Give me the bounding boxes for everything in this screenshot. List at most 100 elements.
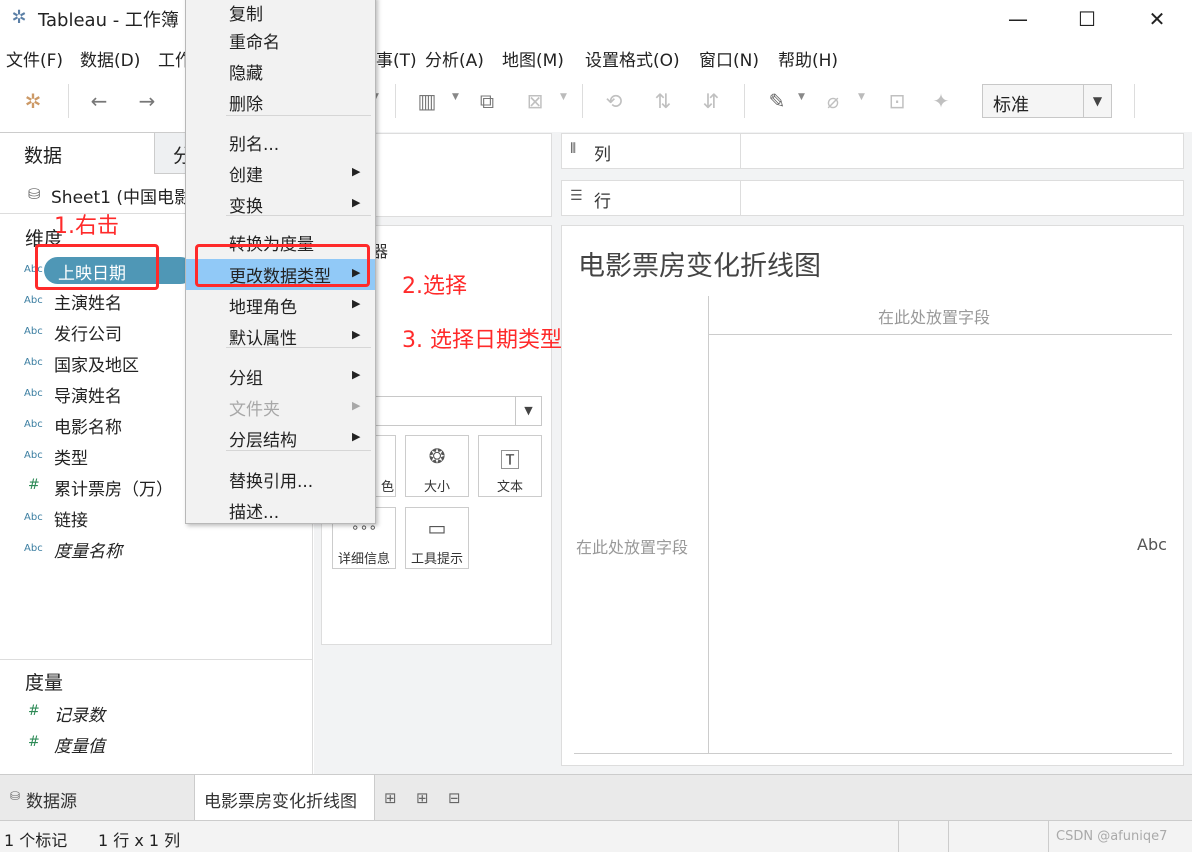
clear-caret-icon[interactable]: ▼ <box>560 92 567 102</box>
context-menu-item[interactable]: 地理角色 ▶ <box>186 290 375 321</box>
new-worksheet-icon[interactable]: ⊞ <box>384 789 397 807</box>
chevron-down-icon[interactable]: ▼ <box>1083 85 1111 117</box>
string-type-icon: Abc <box>24 543 43 554</box>
minimize-button[interactable]: — <box>983 0 1053 38</box>
menu-data[interactable]: 数据(D) <box>80 46 140 71</box>
tab-data[interactable]: 数据 <box>0 132 154 174</box>
menu-analysis[interactable]: 分析(A) <box>425 46 484 71</box>
menu-file[interactable]: 文件(F) <box>6 46 63 71</box>
context-menu-item-label: 分层结构 <box>229 431 297 451</box>
tab-current-sheet[interactable]: 电影票房变化折线图 <box>194 775 375 821</box>
rows-shelf[interactable]: ☰ 行 <box>561 180 1184 216</box>
context-menu-item[interactable]: 删除 <box>186 87 375 118</box>
watermark: CSDN @afuniqe7 <box>1056 829 1168 844</box>
annotation-step3: 3. 选择日期类型 <box>402 328 562 353</box>
duplicate-sheet-icon[interactable]: ⧉ <box>474 88 500 114</box>
highlight-caret-icon[interactable]: ▼ <box>798 92 805 102</box>
title-bar: ✲ Tableau - 工作簿 — ☐ ✕ <box>0 0 1192 38</box>
fit-select[interactable]: 标准 ▼ <box>982 84 1112 118</box>
submenu-arrow-icon: ▶ <box>352 196 361 209</box>
tableau-home-icon[interactable]: ✲ <box>20 88 46 114</box>
new-worksheet-icon[interactable]: ▥ <box>414 88 440 114</box>
clear-sheet-icon[interactable]: ⊠ <box>522 88 548 114</box>
drop-field-rows[interactable]: 在此处放置字段 <box>576 534 688 558</box>
highlight-icon[interactable]: ✎ <box>764 88 790 114</box>
view-divider-vertical <box>708 296 709 754</box>
submenu-arrow-icon: ▶ <box>352 165 361 178</box>
context-menu-item-label: 分组 <box>229 369 263 389</box>
datasource-icon: ⛁ <box>10 789 21 803</box>
context-menu-item[interactable]: 变换 ▶ <box>186 189 375 220</box>
columns-label: 列 <box>594 145 611 165</box>
tab-datasource-label: 数据源 <box>26 792 77 812</box>
submenu-arrow-icon: ▶ <box>352 399 361 412</box>
context-menu-item-label: 复制 <box>229 5 263 25</box>
dimension-field-label: 度量名称 <box>54 542 122 562</box>
context-menu-item[interactable]: 描述... <box>186 495 375 526</box>
dimension-field-label: 累计票房（万） <box>54 480 173 500</box>
text-icon: 🅃 <box>500 448 520 472</box>
menu-help[interactable]: 帮助(H) <box>778 46 838 71</box>
context-menu-item[interactable]: 别名... <box>186 127 375 158</box>
toolbar-separator <box>582 84 583 118</box>
datasource-name: Sheet1 (中国电影 <box>51 188 192 208</box>
status-separator <box>948 821 949 852</box>
dimension-field[interactable]: Abc 度量名称 <box>0 535 313 565</box>
number-type-icon: # <box>28 703 40 719</box>
detail-mark-label: 详细信息 <box>337 552 390 567</box>
group-caret-icon[interactable]: ▼ <box>858 92 865 102</box>
context-menu-item[interactable]: 分层结构 ▶ <box>186 423 375 454</box>
toolbar-separator <box>744 84 745 118</box>
string-type-icon: Abc <box>24 295 43 306</box>
size-mark-button[interactable]: ❂ 大小 <box>405 435 469 497</box>
menu-map[interactable]: 地图(M) <box>502 46 564 71</box>
tooltip-mark-label: 工具提示 <box>410 552 463 567</box>
tooltip-icon: ▭ <box>427 516 447 540</box>
context-menu-item[interactable]: 分组 ▶ <box>186 361 375 392</box>
fit-select-value: 标准 <box>993 95 1029 116</box>
drop-field-columns[interactable]: 在此处放置字段 <box>878 304 990 328</box>
redo-icon[interactable]: → <box>134 88 160 114</box>
number-type-icon: # <box>28 477 40 493</box>
status-bar: 1 个标记 1 行 x 1 列 CSDN @afuniqe7 <box>0 820 1192 852</box>
measure-field[interactable]: # 度量值 <box>0 730 313 760</box>
context-menu-item[interactable]: 复制 <box>186 0 375 28</box>
label-icon[interactable]: ⊡ <box>884 88 910 114</box>
context-menu-item-label: 替换引用... <box>229 472 314 492</box>
menu-window[interactable]: 窗口(N) <box>699 46 759 71</box>
sort-descending-icon[interactable]: ⇵ <box>698 88 724 114</box>
context-menu-item[interactable]: 默认属性 ▶ <box>186 321 375 352</box>
swap-icon[interactable]: ⟲ <box>601 88 627 114</box>
close-button[interactable]: ✕ <box>1122 0 1192 38</box>
text-mark-button[interactable]: 🅃 文本 <box>478 435 542 497</box>
context-menu-item[interactable]: 重命名 <box>186 25 375 56</box>
pane-divider <box>0 659 313 660</box>
maximize-button[interactable]: ☐ <box>1052 0 1122 38</box>
sheet-tab-strip: ⛁ 数据源 电影票房变化折线图 ⊞ ⊞ ⊟ <box>0 774 1192 821</box>
new-worksheet-caret-icon[interactable]: ▼ <box>452 92 459 102</box>
chevron-down-icon[interactable]: ▼ <box>515 397 541 425</box>
columns-shelf[interactable]: ⦀ 列 <box>561 133 1184 169</box>
tab-datasource[interactable]: ⛁ 数据源 <box>0 775 192 821</box>
new-dashboard-icon[interactable]: ⊞ <box>416 789 429 807</box>
view-canvas[interactable]: 电影票房变化折线图 在此处放置字段 在此处放置字段 Abc <box>561 225 1184 766</box>
tooltip-mark-button[interactable]: ▭ 工具提示 <box>405 507 469 569</box>
view-divider-horizontal <box>708 334 1172 335</box>
context-menu-item[interactable]: 替换引用... <box>186 464 375 495</box>
undo-icon[interactable]: ← <box>86 88 112 114</box>
pin-icon[interactable]: ✦ <box>928 88 954 114</box>
toolbar-separator <box>395 84 396 118</box>
context-menu-item[interactable]: 创建 ▶ <box>186 158 375 189</box>
context-menu-item-label: 别名... <box>229 135 280 155</box>
shelf-separator <box>740 134 741 168</box>
context-menu-item[interactable]: 隐藏 <box>186 56 375 87</box>
measure-field[interactable]: # 记录数 <box>0 699 313 729</box>
sort-ascending-icon[interactable]: ⇅ <box>650 88 676 114</box>
new-story-icon[interactable]: ⊟ <box>448 789 461 807</box>
menu-format[interactable]: 设置格式(O) <box>585 46 680 71</box>
group-icon[interactable]: ⌀ <box>820 88 846 114</box>
columns-icon: ⦀ <box>570 141 577 157</box>
menu-story[interactable]: 事(T) <box>376 46 417 71</box>
dimension-field-label: 链接 <box>54 511 88 531</box>
datasource-icon: ⛁ <box>28 185 41 203</box>
